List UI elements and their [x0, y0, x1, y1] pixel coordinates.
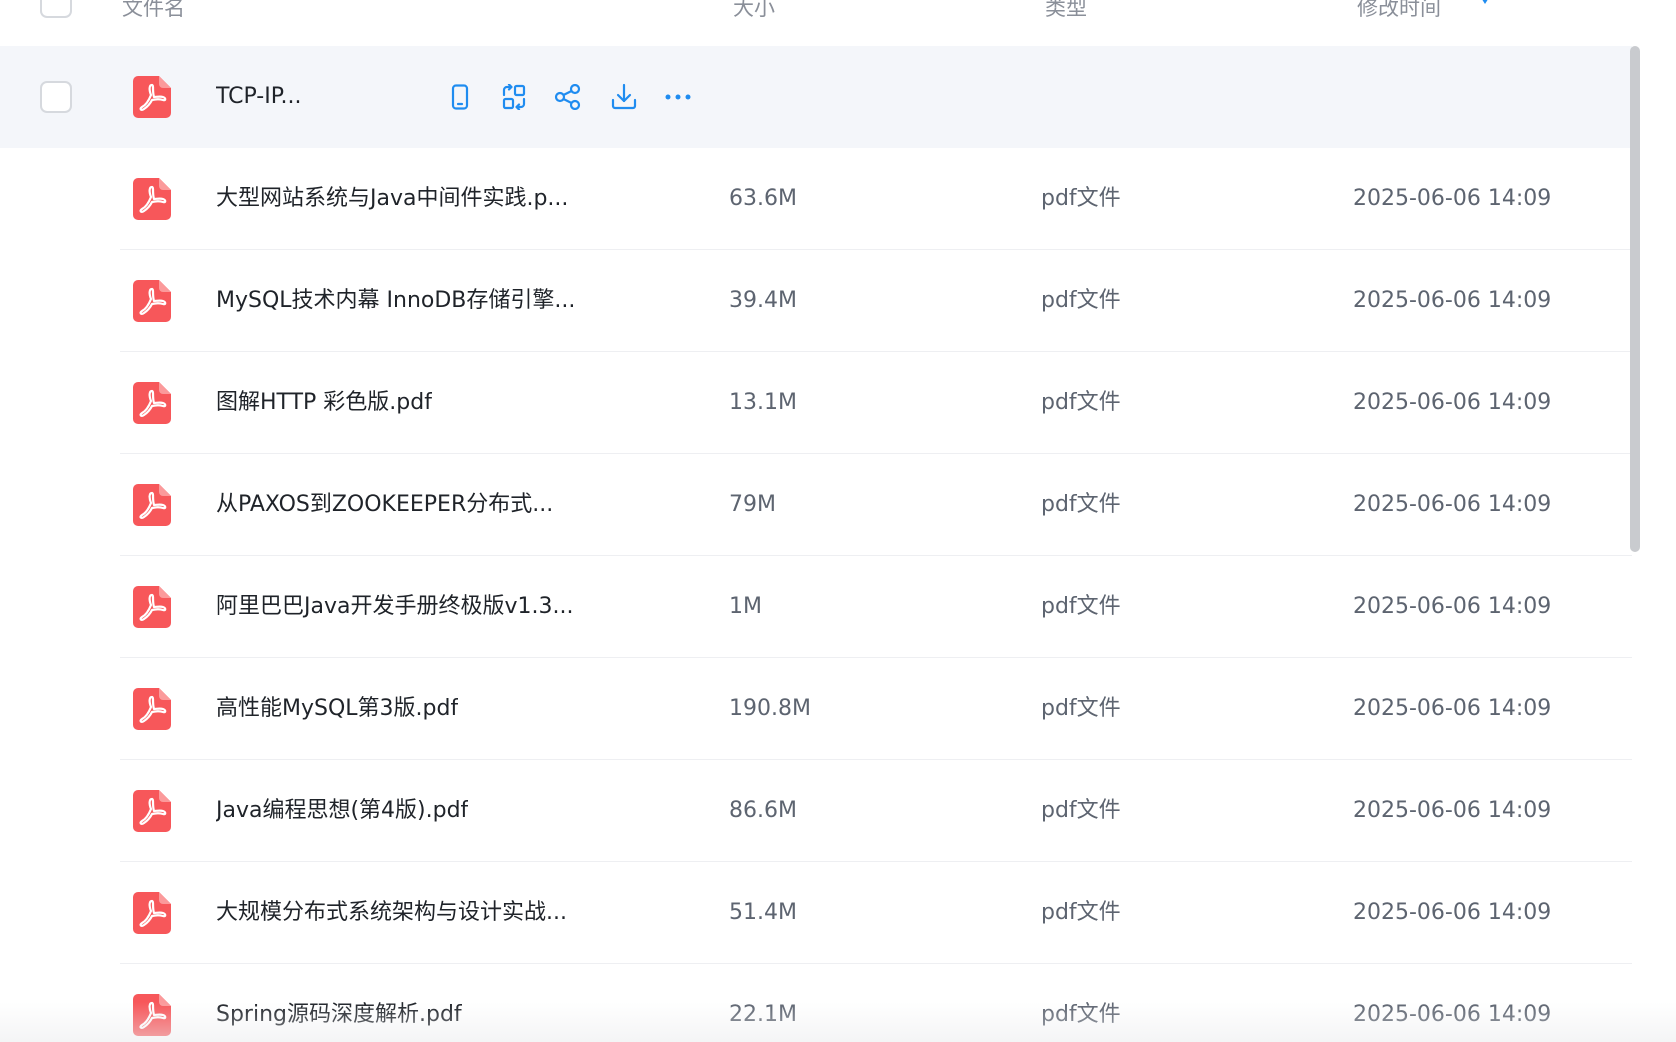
scrollbar-thumb[interactable]: [1630, 46, 1640, 552]
file-size: 13.1M: [729, 390, 797, 415]
convert-icon: [500, 84, 528, 110]
file-size: 79M: [729, 492, 776, 517]
file-modified-time: 2025-06-06 14:09: [1353, 492, 1552, 517]
file-modified-time: 2025-06-06 14:09: [1353, 798, 1552, 823]
header-modified[interactable]: 修改时间: [1357, 0, 1441, 22]
table-row[interactable]: 大型网站系统与Java中间件实践.p... 63.6M pdf文件 2025-0…: [0, 148, 1632, 250]
file-name[interactable]: 大型网站系统与Java中间件实践.p...: [216, 185, 568, 213]
file-type: pdf文件: [1041, 900, 1121, 925]
table-row[interactable]: Spring源码深度解析.pdf 22.1M pdf文件 2025-06-06 …: [0, 964, 1632, 1042]
pdf-file-icon: [133, 178, 171, 220]
file-modified-time: 2025-06-06 14:09: [1353, 390, 1552, 415]
file-name[interactable]: 图解HTTP 彩色版.pdf: [216, 389, 432, 417]
phone-button[interactable]: [442, 79, 478, 115]
file-type: pdf文件: [1041, 186, 1121, 211]
file-list-page: 文件名 大小 类型 修改时间 TCP-IP... 大型网站系统与Java中间件实…: [0, 0, 1676, 1042]
phone-icon: [449, 84, 471, 110]
file-name[interactable]: 从PAXOS到ZOOKEEPER分布式...: [216, 491, 553, 519]
file-size: 51.4M: [729, 900, 797, 925]
select-all-checkbox[interactable]: [40, 0, 72, 18]
file-type: pdf文件: [1041, 288, 1121, 313]
table-row[interactable]: Java编程思想(第4版).pdf 86.6M pdf文件 2025-06-06…: [0, 760, 1632, 862]
more-button[interactable]: [660, 79, 696, 115]
pdf-file-icon: [133, 790, 171, 832]
file-type: pdf文件: [1041, 798, 1121, 823]
file-name[interactable]: Spring源码深度解析.pdf: [216, 1001, 462, 1029]
file-type: pdf文件: [1041, 1002, 1121, 1027]
file-name[interactable]: TCP-IP...: [216, 83, 302, 111]
table-row[interactable]: 从PAXOS到ZOOKEEPER分布式... 79M pdf文件 2025-06…: [0, 454, 1632, 556]
file-name[interactable]: 阿里巴巴Java开发手册终极版v1.3...: [216, 593, 573, 621]
convert-button[interactable]: [496, 79, 532, 115]
file-size: 190.8M: [729, 696, 811, 721]
file-name[interactable]: 大规模分布式系统架构与设计实战...: [216, 899, 567, 927]
file-type: pdf文件: [1041, 492, 1121, 517]
pdf-file-icon: [133, 994, 171, 1036]
file-size: 63.6M: [729, 186, 797, 211]
file-size: 1M: [729, 594, 762, 619]
download-button[interactable]: [606, 79, 642, 115]
table-row[interactable]: TCP-IP...: [0, 46, 1632, 148]
share-button[interactable]: [550, 79, 586, 115]
scrollbar[interactable]: [1628, 46, 1642, 1042]
pdf-file-icon: [133, 484, 171, 526]
file-size: 39.4M: [729, 288, 797, 313]
file-modified-time: 2025-06-06 14:09: [1353, 696, 1552, 721]
file-modified-time: 2025-06-06 14:09: [1353, 594, 1552, 619]
file-size: 86.6M: [729, 798, 797, 823]
pdf-file-icon: [133, 382, 171, 424]
pdf-file-icon: [133, 586, 171, 628]
file-type: pdf文件: [1041, 594, 1121, 619]
file-type: pdf文件: [1041, 696, 1121, 721]
pdf-file-icon: [133, 76, 171, 118]
pdf-file-icon: [133, 688, 171, 730]
file-type: pdf文件: [1041, 390, 1121, 415]
pdf-file-icon: [133, 892, 171, 934]
row-checkbox[interactable]: [40, 81, 72, 113]
table-row[interactable]: 图解HTTP 彩色版.pdf 13.1M pdf文件 2025-06-06 14…: [0, 352, 1632, 454]
table-row[interactable]: 大规模分布式系统架构与设计实战... 51.4M pdf文件 2025-06-0…: [0, 862, 1632, 964]
more-icon: [664, 93, 692, 101]
table-row[interactable]: MySQL技术内幕 InnoDB存储引擎... 39.4M pdf文件 2025…: [0, 250, 1632, 352]
table-row[interactable]: 高性能MySQL第3版.pdf 190.8M pdf文件 2025-06-06 …: [0, 658, 1632, 760]
file-name[interactable]: Java编程思想(第4版).pdf: [216, 797, 468, 825]
sort-desc-icon[interactable]: [1476, 0, 1494, 6]
header-type[interactable]: 类型: [1045, 0, 1087, 22]
download-icon: [610, 83, 638, 111]
file-modified-time: 2025-06-06 14:09: [1353, 288, 1552, 313]
file-size: 22.1M: [729, 1002, 797, 1027]
header-size[interactable]: 大小: [733, 0, 775, 22]
file-modified-time: 2025-06-06 14:09: [1353, 900, 1552, 925]
file-name[interactable]: MySQL技术内幕 InnoDB存储引擎...: [216, 287, 575, 315]
file-list: TCP-IP... 大型网站系统与Java中间件实践.p... 63.6M pd…: [0, 46, 1632, 1042]
table-row[interactable]: 阿里巴巴Java开发手册终极版v1.3... 1M pdf文件 2025-06-…: [0, 556, 1632, 658]
file-name[interactable]: 高性能MySQL第3版.pdf: [216, 695, 458, 723]
pdf-file-icon: [133, 280, 171, 322]
file-modified-time: 2025-06-06 14:09: [1353, 1002, 1552, 1027]
share-icon: [554, 84, 582, 110]
file-modified-time: 2025-06-06 14:09: [1353, 186, 1552, 211]
header-name[interactable]: 文件名: [122, 0, 185, 22]
table-header: 文件名 大小 类型 修改时间: [0, 0, 1632, 38]
